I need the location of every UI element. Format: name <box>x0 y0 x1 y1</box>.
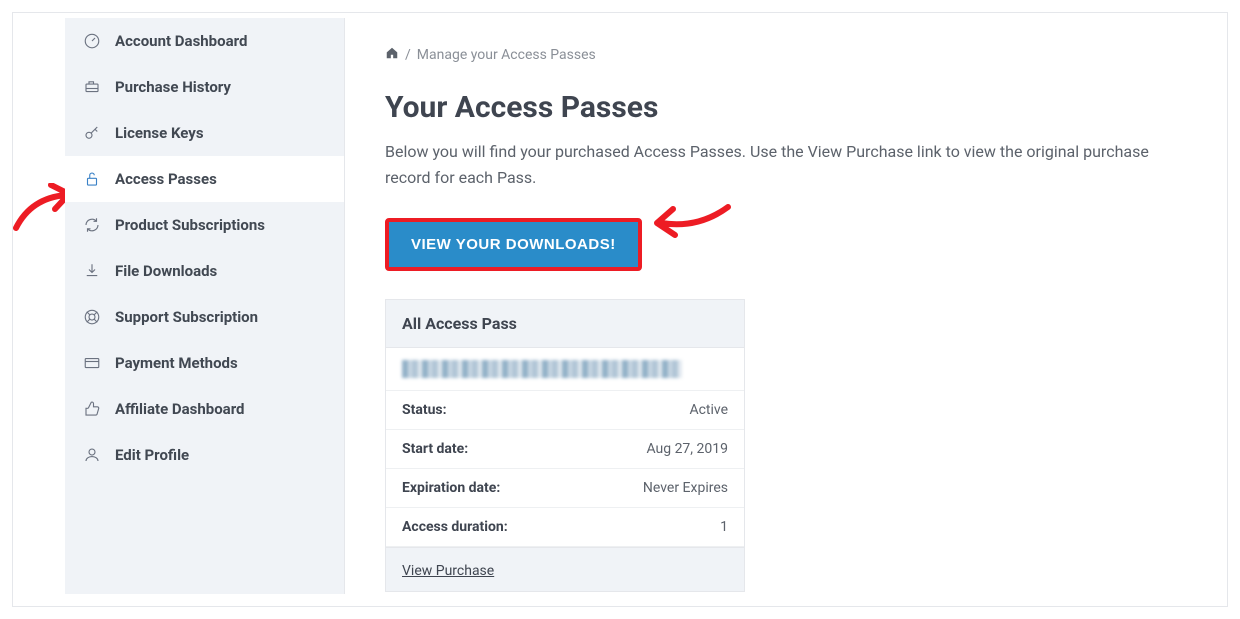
page-description: Below you will find your purchased Acces… <box>385 139 1175 190</box>
pass-exp-value: Never Expires <box>643 480 728 496</box>
sidebar-item-label: Account Dashboard <box>115 32 247 50</box>
sidebar-item-label: Purchase History <box>115 78 231 96</box>
pass-card-title: All Access Pass <box>386 300 744 348</box>
pass-exp-label: Expiration date: <box>402 480 500 496</box>
unlock-icon <box>83 170 101 188</box>
breadcrumb-current: Manage your Access Passes <box>417 47 596 63</box>
pass-dur-label: Access duration: <box>402 519 508 535</box>
pass-row-duration: Access duration: 1 <box>386 508 744 547</box>
sidebar-item-label: Access Passes <box>115 170 217 188</box>
sidebar-item-edit-profile[interactable]: Edit Profile <box>65 432 344 478</box>
sidebar-item-label: Affiliate Dashboard <box>115 400 245 418</box>
pass-id-blurred <box>402 360 682 378</box>
sidebar-item-file-downloads[interactable]: File Downloads <box>65 248 344 294</box>
pass-status-value: Active <box>689 402 728 418</box>
sidebar-item-access-passes[interactable]: Access Passes <box>65 156 344 202</box>
pass-status-label: Status: <box>402 402 447 418</box>
sidebar-item-payment-methods[interactable]: Payment Methods <box>65 340 344 386</box>
lifebuoy-icon <box>83 308 101 326</box>
home-icon[interactable] <box>385 46 399 64</box>
cta-highlight-box: VIEW YOUR DOWNLOADS! <box>385 218 642 271</box>
pass-start-value: Aug 27, 2019 <box>646 441 728 457</box>
sidebar-nav: Account Dashboard Purchase History Licen… <box>65 18 345 594</box>
breadcrumb: / Manage your Access Passes <box>385 46 1175 64</box>
pass-row-status: Status: Active <box>386 391 744 430</box>
main-content: / Manage your Access Passes Your Access … <box>345 18 1215 594</box>
view-purchase-link[interactable]: View Purchase <box>402 563 494 579</box>
access-pass-card: All Access Pass Status: Active Start dat… <box>385 299 745 592</box>
gauge-icon <box>83 32 101 50</box>
sidebar-item-label: Support Subscription <box>115 308 258 326</box>
sidebar-item-purchase-history[interactable]: Purchase History <box>65 64 344 110</box>
sidebar-item-license-keys[interactable]: License Keys <box>65 110 344 156</box>
view-downloads-button[interactable]: VIEW YOUR DOWNLOADS! <box>389 222 638 267</box>
page-title: Your Access Passes <box>385 90 1175 125</box>
cash-register-icon <box>83 78 101 96</box>
sidebar-item-account-dashboard[interactable]: Account Dashboard <box>65 18 344 64</box>
user-icon <box>83 446 101 464</box>
sidebar-item-label: License Keys <box>115 124 204 142</box>
pass-start-label: Start date: <box>402 441 468 457</box>
credit-card-icon <box>83 354 101 372</box>
breadcrumb-separator: / <box>405 47 411 63</box>
key-icon <box>83 124 101 142</box>
download-icon <box>83 262 101 280</box>
pass-dur-value: 1 <box>720 519 728 535</box>
refresh-icon <box>83 216 101 234</box>
pass-row-start: Start date: Aug 27, 2019 <box>386 430 744 469</box>
sidebar-item-label: Edit Profile <box>115 446 189 464</box>
sidebar-item-label: File Downloads <box>115 262 217 280</box>
pass-card-footer: View Purchase <box>386 547 744 591</box>
thumbs-up-icon <box>83 400 101 418</box>
sidebar-item-support-subscription[interactable]: Support Subscription <box>65 294 344 340</box>
sidebar-item-label: Product Subscriptions <box>115 216 265 234</box>
pass-row-expiration: Expiration date: Never Expires <box>386 469 744 508</box>
pass-id-row <box>386 348 744 391</box>
sidebar-item-product-subscriptions[interactable]: Product Subscriptions <box>65 202 344 248</box>
sidebar-item-affiliate-dashboard[interactable]: Affiliate Dashboard <box>65 386 344 432</box>
sidebar-item-label: Payment Methods <box>115 354 238 372</box>
